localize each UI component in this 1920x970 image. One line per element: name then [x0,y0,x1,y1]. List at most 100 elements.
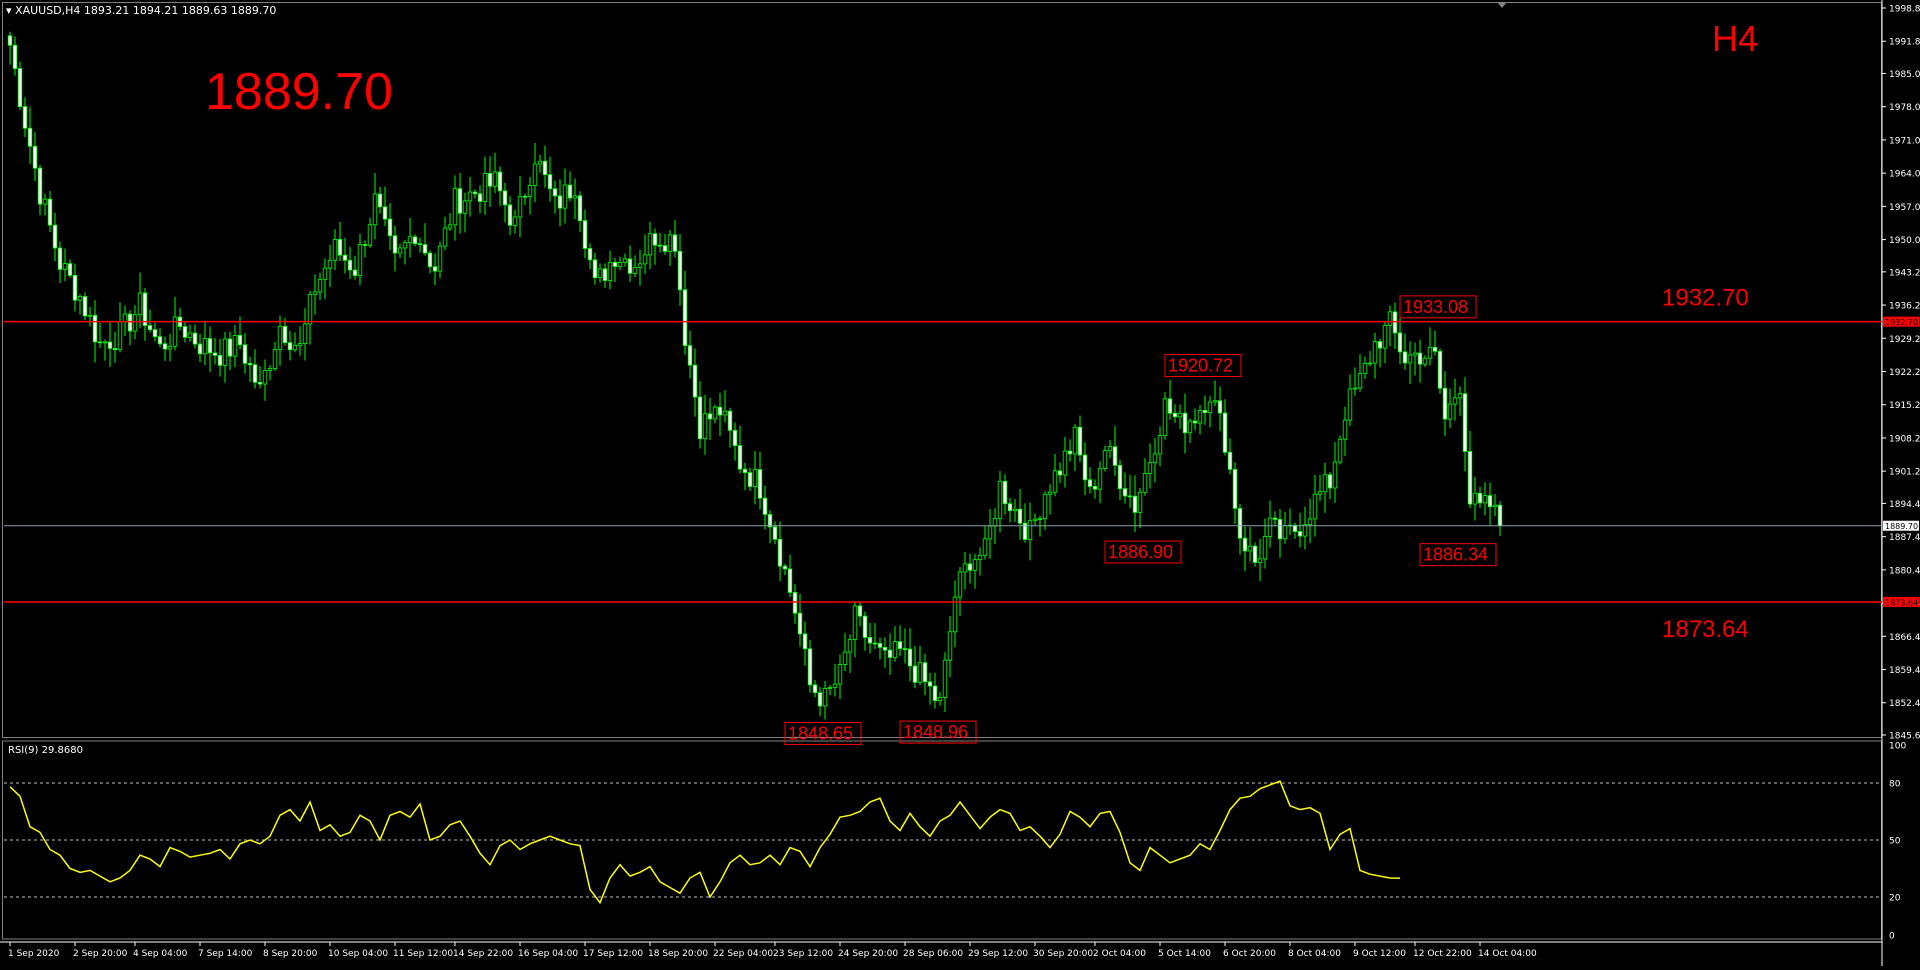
candle-body [1187,420,1193,434]
candle-body [22,106,28,129]
candle-body [767,514,773,528]
rsi-line [9,780,1401,905]
candle-body [37,167,43,205]
candle-body [82,296,88,317]
candle-body [932,685,938,702]
candle-body [207,338,213,354]
candle-body [907,648,913,667]
candle-body [1252,545,1258,563]
candle-body [277,326,283,350]
candle-body [1137,491,1143,513]
price-tick-label: 1998.80 [1889,5,1920,15]
price-tick-label: 1985.00 [1889,70,1920,80]
time-tick-label: 12 Oct 22:00 [1413,949,1472,959]
candle-body [552,188,558,197]
rsi-label: RSI(9) 29.8680 [8,745,83,756]
dropdown-triangle-icon[interactable]: ▾ [6,4,12,17]
candle-body [452,188,458,226]
candle-body [717,406,723,416]
candle-body [1177,412,1183,418]
big-price-label: 1889.70 [205,63,393,121]
candle-body [292,344,298,351]
candle-body [502,190,508,206]
candle-body [972,559,978,571]
candle-body [462,200,468,214]
candle-body [637,263,643,268]
candle-body [1202,409,1208,414]
candle-body [797,612,803,635]
candle-body [1497,504,1503,527]
candle-body [982,538,988,556]
candle-body [827,686,833,689]
chart-canvas[interactable]: 1998.80 1991.80 1985.00 1978.00 1971.00 1964.… [0,0,1920,966]
candle-body [542,160,548,176]
candle-body [1372,341,1378,364]
rsi-tick-label: 20 [1889,894,1901,904]
candle-body [1307,518,1313,526]
price-tick-label: 1991.80 [1889,38,1920,48]
candle-body [107,341,113,349]
candle-body [747,472,753,487]
candle-body [702,413,708,440]
candle-body [1452,397,1458,405]
candle-body [1407,354,1413,364]
price-annotation-label: 1933.08 [1403,297,1468,317]
candle-body [1402,351,1408,364]
candle-body [1042,493,1048,519]
candle-body [417,243,423,246]
candle-body [97,341,103,344]
candle-body [222,338,228,366]
price-tick-label: 1894.40 [1889,500,1920,510]
price-tick-label: 1978.00 [1889,103,1920,113]
candle-body [517,195,523,218]
candle-body [1017,508,1023,524]
price-annotation-label: 1886.90 [1108,542,1173,562]
price-tick-label: 1950.00 [1889,236,1920,246]
candle-body [1257,558,1263,563]
candle-body [537,160,543,165]
candle-body [387,218,393,237]
time-tick-label: 2 Oct 04:00 [1093,949,1146,959]
candle-body [1467,451,1473,505]
candle-body [1492,504,1498,508]
candle-body [817,692,823,707]
candle-body [887,649,893,658]
candle-body [627,258,633,274]
candle-body [1387,311,1393,326]
candle-body [147,325,153,331]
candle-body [1242,537,1248,552]
candle-body [1117,465,1123,490]
candle-body [1002,480,1008,505]
candle-body [872,642,878,645]
candle-body [1107,446,1113,452]
candle-body [182,326,188,338]
price-tick-label: 1915.20 [1889,401,1920,411]
candle-body [1277,519,1283,540]
candle-body [802,633,808,650]
candle-body [607,261,613,281]
candle-body [237,335,243,346]
candle-body [522,195,528,198]
candle-body [357,244,363,276]
candle-body [727,410,733,431]
candle-body [587,248,593,261]
candle-body [597,268,603,279]
candle-body [162,343,168,350]
candle-body [1412,352,1418,356]
candle-body [92,314,98,343]
candle-body [532,163,538,186]
candle-body [917,662,923,683]
time-tick-label: 7 Sep 14:00 [198,949,253,959]
candle-body [1142,473,1148,493]
candle-body [157,336,163,345]
candle-body [957,571,963,598]
candle-body [942,659,948,698]
candle-body [1367,362,1373,365]
time-tick-label: 1 Sep 2020 [8,949,60,959]
candle-body [1432,346,1438,352]
candle-body [787,568,793,593]
candle-body [652,233,658,246]
candle-body [117,321,123,351]
candle-body [1482,495,1488,504]
candle-body [1477,492,1483,504]
